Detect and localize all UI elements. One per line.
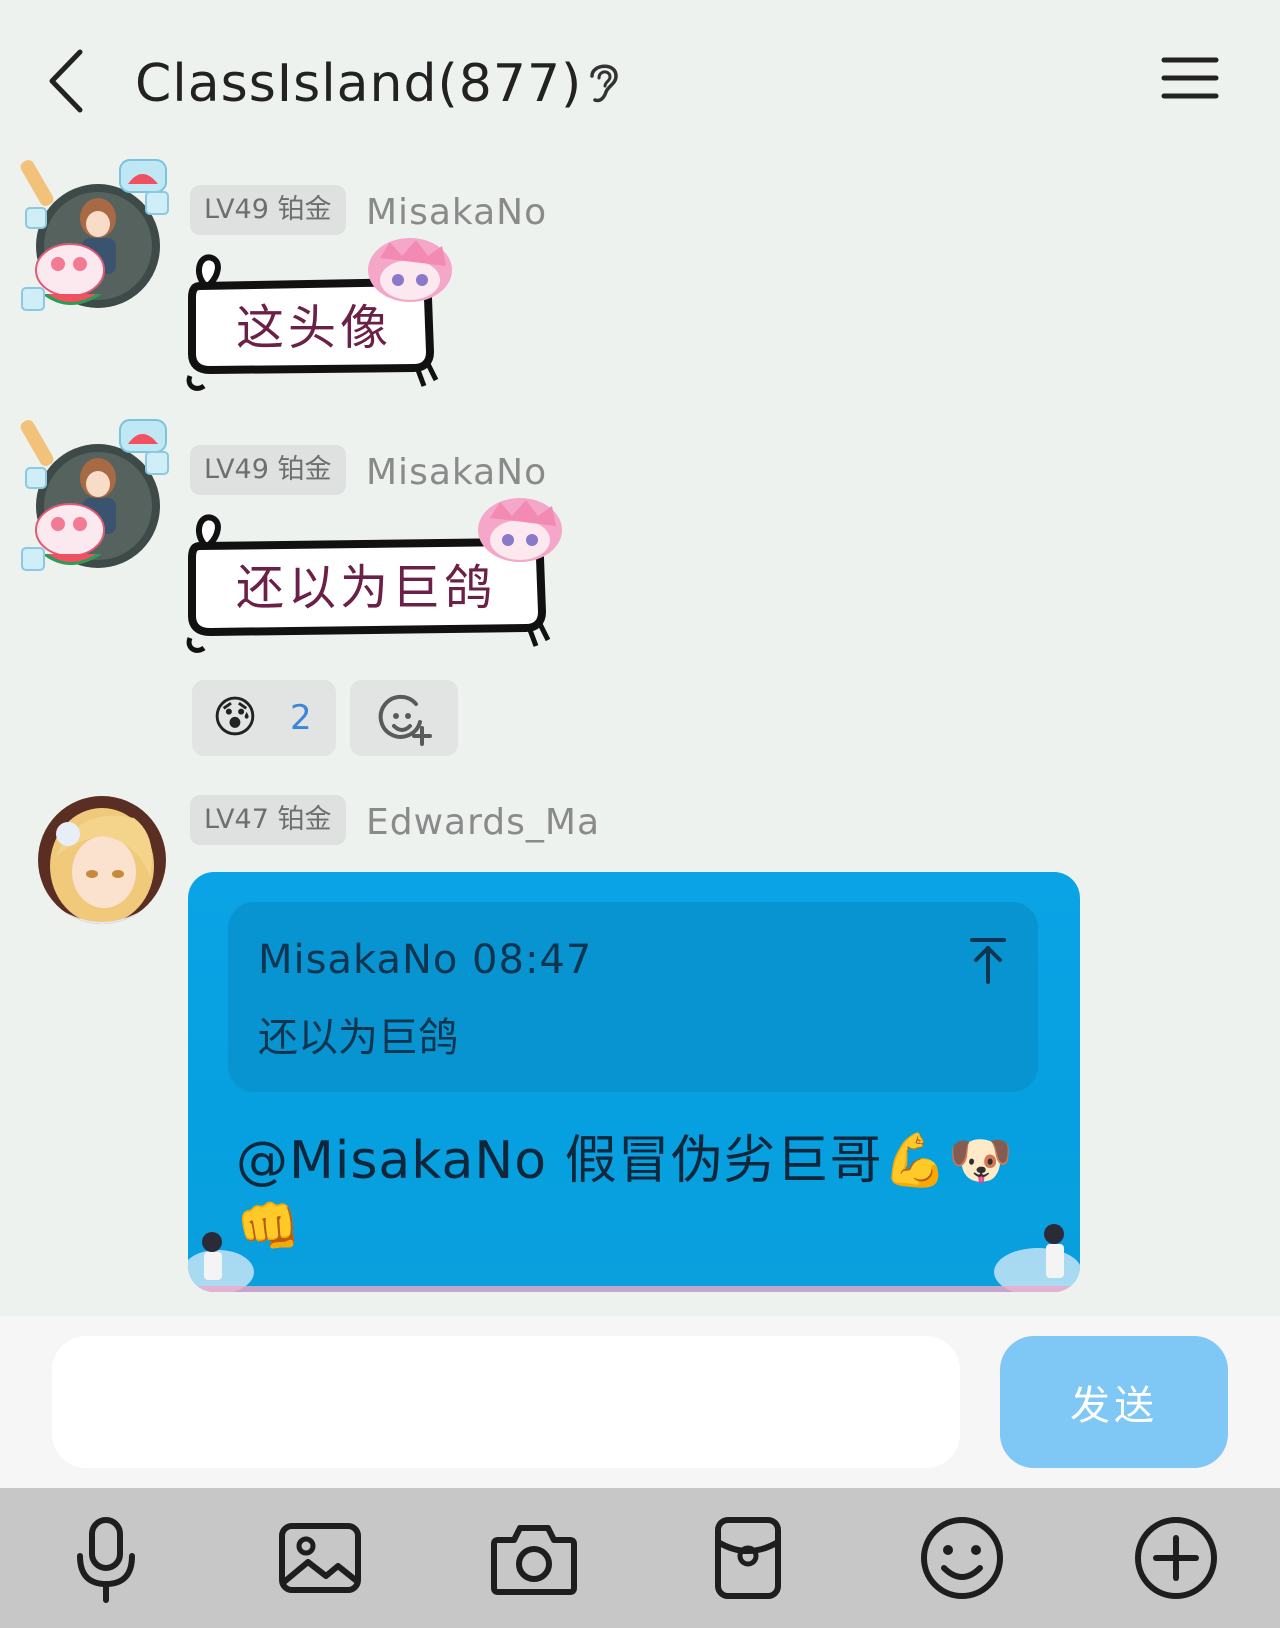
image-icon[interactable] (274, 1512, 366, 1604)
jump-to-quote-icon[interactable] (968, 936, 1008, 986)
message-input[interactable] (52, 1336, 960, 1468)
quote-meta: MisakaNo 08:47 (258, 937, 593, 983)
sender-name[interactable]: MisakaNo (366, 188, 547, 238)
reaction-chip[interactable]: 😰 2 (192, 680, 336, 756)
quote-text: 还以为巨鸽 (258, 1015, 458, 1061)
avatar[interactable] (20, 418, 170, 578)
add-emoji-icon (378, 694, 432, 746)
ear-icon[interactable] (584, 58, 624, 106)
quoted-message[interactable]: MisakaNo 08:47 还以为巨鸽 (228, 902, 1038, 1092)
sender-name[interactable]: MisakaNo (366, 448, 547, 498)
emoji-icon[interactable] (916, 1512, 1008, 1604)
avatar[interactable] (38, 796, 166, 924)
camera-icon[interactable] (488, 1512, 580, 1604)
send-button[interactable]: 发送 (1000, 1336, 1228, 1468)
menu-icon[interactable] (1160, 54, 1220, 102)
composer: 发送 (0, 1316, 1280, 1488)
message-text: 还以为巨鸽 (236, 560, 497, 616)
level-badge: LV49 铂金 (190, 445, 346, 495)
level-badge: LV49 铂金 (190, 185, 346, 235)
back-icon[interactable] (44, 46, 88, 116)
plus-icon[interactable] (1130, 1512, 1222, 1604)
avatar[interactable] (20, 158, 170, 318)
microphone-icon[interactable] (60, 1512, 152, 1604)
reaction-count: 2 (290, 698, 312, 738)
message-text: 这头像 (236, 300, 393, 356)
level-badge: LV47 铂金 (190, 795, 346, 845)
add-reaction-button[interactable] (350, 680, 458, 756)
bottom-toolbar (0, 1488, 1280, 1628)
chat-title: ClassIsland(877) (135, 54, 583, 114)
bubble-decoration (188, 1224, 1080, 1292)
message-bubble: MisakaNo 08:47 还以为巨鸽 @MisakaNo 假冒伪劣巨哥💪🐶👊 (188, 872, 1080, 1292)
sender-name[interactable]: Edwards_Ma (366, 798, 600, 848)
red-packet-icon[interactable] (702, 1512, 794, 1604)
anxious-face-icon: 😰 (212, 692, 258, 743)
